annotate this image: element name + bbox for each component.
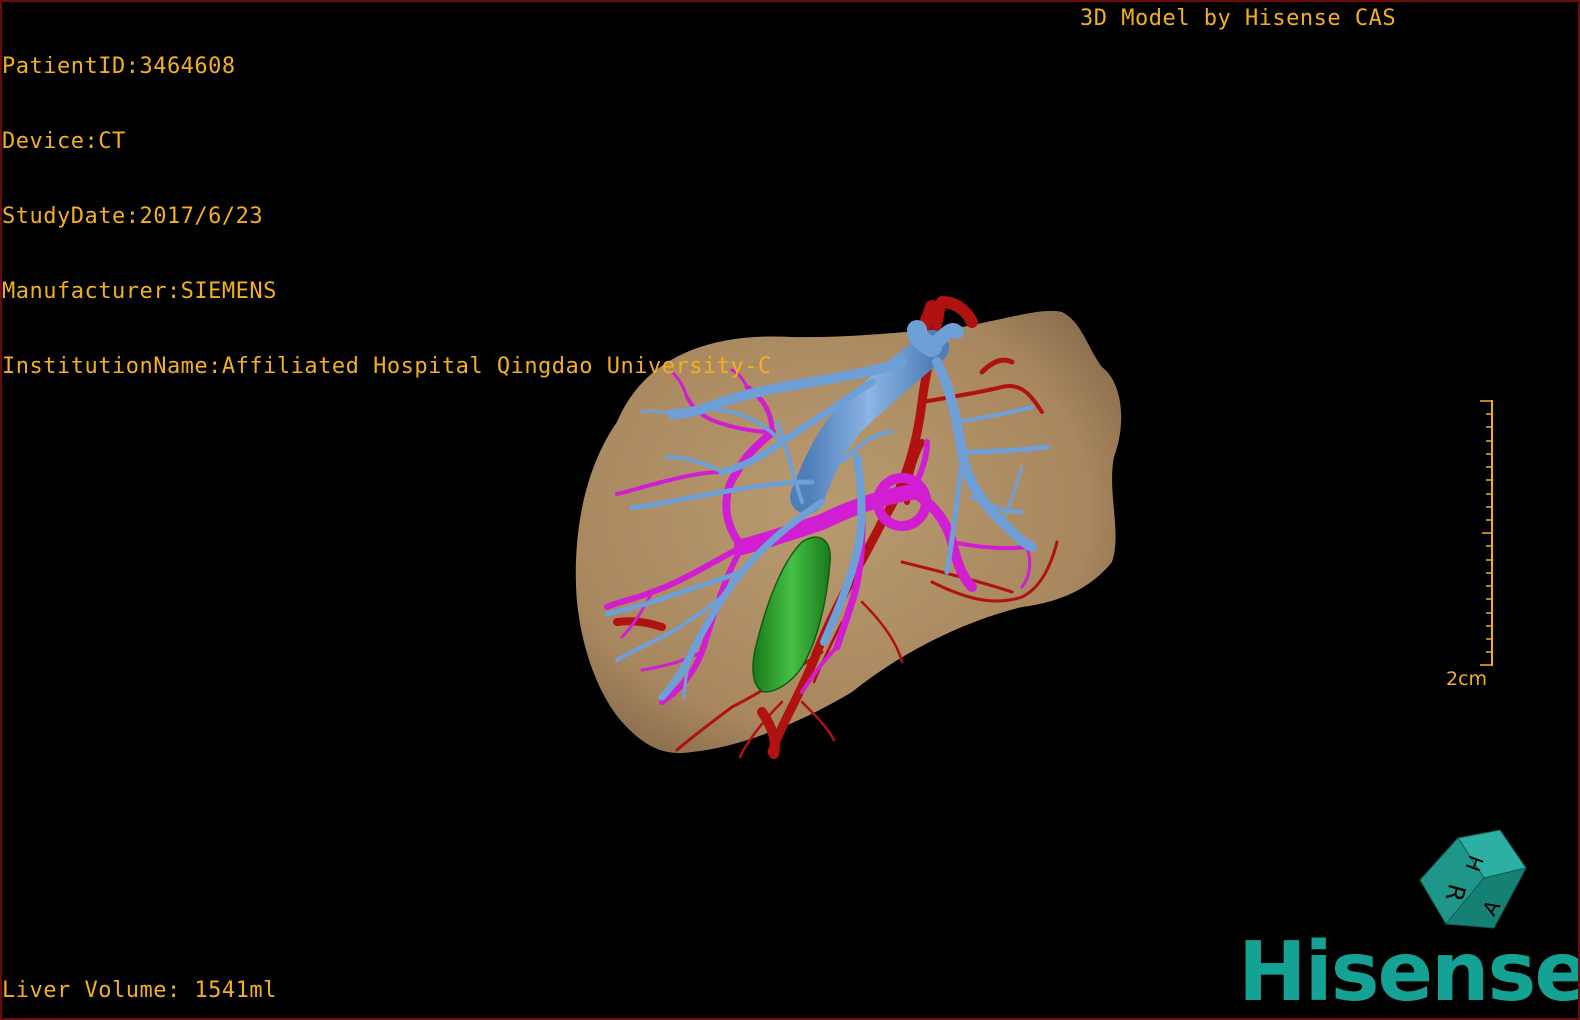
hisense-logo: Hisense <box>1238 925 1580 1020</box>
scale-bar <box>1480 400 1493 666</box>
scale-label: 2cm <box>1446 668 1488 690</box>
manufacturer: Manufacturer:SIEMENS <box>2 279 277 304</box>
patient-id: PatientID:3464608 <box>2 54 236 79</box>
patient-info-overlay: PatientID:3464608 Device:CT StudyDate:20… <box>2 4 772 429</box>
institution-name: InstitutionName:Affiliated Hospital Qing… <box>2 354 772 379</box>
model-credit: 3D Model by Hisense CAS <box>1080 6 1397 31</box>
device: Device:CT <box>2 129 126 154</box>
3d-viewport[interactable]: PatientID:3464608 Device:CT StudyDate:20… <box>0 0 1580 1020</box>
study-date: StudyDate:2017/6/23 <box>2 204 264 229</box>
liver-volume: Liver Volume: 1541ml <box>2 978 277 1003</box>
